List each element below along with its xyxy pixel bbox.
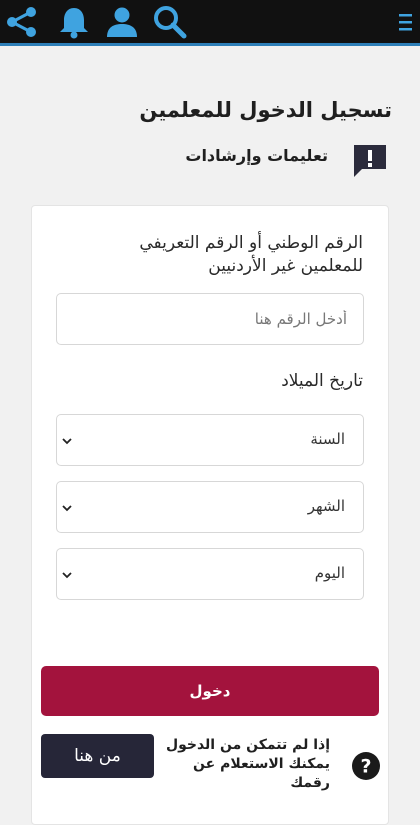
bell-icon[interactable]: [56, 4, 92, 40]
user-icon[interactable]: [104, 4, 140, 40]
month-select-value: الشهر: [307, 497, 345, 515]
share-icon[interactable]: [3, 4, 39, 40]
year-select-value: السنة: [310, 430, 345, 448]
svg-text:?: ?: [360, 756, 371, 778]
month-select[interactable]: الشهر: [56, 481, 364, 533]
page-title: تسجيل الدخول للمعلمين: [139, 98, 392, 122]
national-id-label: الرقم الوطني أو الرقم التعريفي للمعلمين …: [139, 233, 363, 276]
day-select[interactable]: اليوم: [56, 548, 364, 600]
chevron-down-icon: [62, 505, 72, 512]
top-bar: [0, 0, 420, 46]
national-id-input[interactable]: [56, 293, 364, 345]
year-select[interactable]: السنة: [56, 414, 364, 466]
help-icon[interactable]: ?: [351, 751, 381, 781]
menu-icon[interactable]: [398, 8, 414, 38]
help-text: إذا لم تتمكن من الدخول يمكنك الاستعلام ع…: [165, 737, 330, 791]
search-icon[interactable]: [152, 4, 188, 40]
inquiry-button[interactable]: من هنا: [41, 734, 154, 778]
instructions-link[interactable]: تعليمات وإرشادات: [185, 146, 328, 165]
alert-message-icon[interactable]: [352, 143, 388, 179]
login-button[interactable]: دخول: [41, 666, 379, 716]
chevron-down-icon: [62, 572, 72, 579]
chevron-down-icon: [62, 438, 72, 445]
birth-date-label: تاريخ الميلاد: [281, 371, 363, 391]
day-select-value: اليوم: [314, 564, 345, 582]
